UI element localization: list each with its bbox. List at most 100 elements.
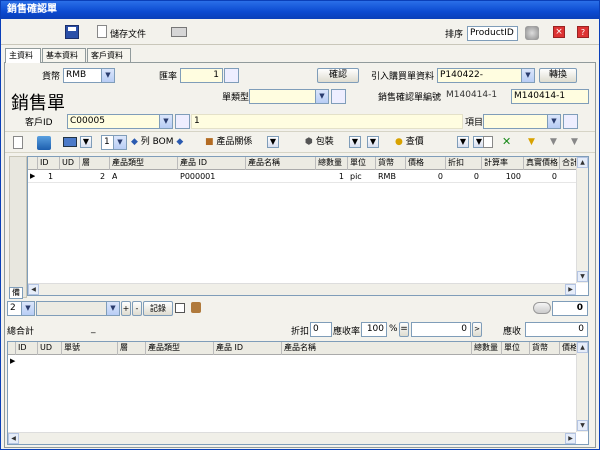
rate-input[interactable]: 1 <box>180 68 223 83</box>
cell-product-id[interactable]: P000001 <box>180 171 215 182</box>
scroll-down-icon[interactable]: ▼ <box>577 420 588 431</box>
equals-button[interactable]: = <box>399 322 409 337</box>
col-currency[interactable]: 貨幣 <box>530 342 560 355</box>
col-id[interactable]: ID <box>16 342 38 355</box>
col-product-id[interactable]: 產品 ID <box>178 157 246 170</box>
scroll-up-icon[interactable]: ▲ <box>577 157 588 168</box>
pack-button[interactable]: ⬢ 包裝 <box>305 135 334 149</box>
receivable-rate-input[interactable]: 100 <box>361 322 387 337</box>
col-unit[interactable]: 單位 <box>348 157 376 170</box>
lower-grid-hscroll[interactable]: ◀ ▶ <box>8 432 576 444</box>
lower-grid-vscroll[interactable]: ▲ ▼ <box>576 342 588 432</box>
record-button[interactable]: 記錄 <box>143 301 173 316</box>
import-select[interactable]: P140422- ▼ <box>437 68 535 83</box>
cell-real-price[interactable]: 0 <box>524 171 557 182</box>
col-layer[interactable]: 層 <box>80 157 110 170</box>
chevron-down-icon[interactable]: ▼ <box>113 136 126 149</box>
side-note-button[interactable]: 備 <box>9 287 23 299</box>
sort-field[interactable]: ProductID <box>467 26 518 41</box>
scroll-up-icon[interactable]: ▲ <box>577 342 588 353</box>
col-total-qty[interactable]: 總數量 <box>316 157 348 170</box>
funnel-clear-icon[interactable]: ▼ <box>550 135 557 149</box>
currency-select[interactable]: RMB ▼ <box>63 68 115 83</box>
col-product-id[interactable]: 產品 ID <box>214 342 282 355</box>
keyboard-icon[interactable] <box>171 27 187 37</box>
copy-icon[interactable] <box>483 136 493 148</box>
receivable-input[interactable]: 0 <box>525 322 588 337</box>
cell-total-qty[interactable]: 1 <box>316 171 344 182</box>
list-bom-button[interactable]: ◆ 列 BOM ◆ <box>131 135 183 149</box>
pack-filter-button[interactable]: ▼ <box>349 135 361 149</box>
screen-icon[interactable] <box>63 137 77 147</box>
toggle-switch[interactable] <box>533 302 551 314</box>
save-icon[interactable] <box>65 25 79 39</box>
notes-icon[interactable] <box>191 302 201 313</box>
scroll-right-icon[interactable]: ▶ <box>565 284 576 295</box>
level-spin[interactable]: 1 ▼ <box>101 135 127 150</box>
relation-filter-button[interactable]: ▼ <box>267 135 279 149</box>
col-layer[interactable]: 層 <box>118 342 146 355</box>
table-row[interactable]: ▶ 1 2 A P000001 1 pic RMB 0 0 100 0 <box>28 171 578 183</box>
col-calc-rate[interactable]: 計算率 <box>482 157 524 170</box>
scroll-left-icon[interactable]: ◀ <box>28 284 39 295</box>
discount-input[interactable]: 0 <box>310 322 332 337</box>
col-id[interactable]: ID <box>38 157 60 170</box>
database-icon[interactable] <box>37 136 51 150</box>
col-currency[interactable]: 貨幣 <box>376 157 406 170</box>
document-icon[interactable] <box>97 25 107 38</box>
col-product-type[interactable]: 產品類型 <box>110 157 178 170</box>
customer-id-select[interactable]: C00005 ▼ <box>67 114 173 129</box>
funnel-edit-icon[interactable]: ▼ <box>571 135 578 149</box>
col-ud[interactable]: UD <box>60 157 80 170</box>
help-icon[interactable]: ? <box>577 26 589 38</box>
tab-basic[interactable]: 基本資料 <box>42 48 86 62</box>
record-checkbox[interactable] <box>175 303 185 313</box>
save-document-button[interactable]: 儲存文件 <box>110 27 146 40</box>
cell-product-type[interactable]: A <box>112 171 117 182</box>
chevron-down-icon[interactable]: ▼ <box>21 302 34 315</box>
chevron-down-icon[interactable]: ▼ <box>547 115 560 128</box>
col-product-name[interactable]: 產品名稱 <box>246 157 316 170</box>
col-price[interactable]: 價格 <box>406 157 446 170</box>
search-icon[interactable] <box>175 114 190 129</box>
delete-icon[interactable]: ✕ <box>502 135 511 149</box>
cell-id[interactable]: 1 <box>48 171 53 182</box>
price-check-button[interactable]: ● 查價 <box>395 135 424 149</box>
search-icon[interactable] <box>563 114 578 129</box>
chevron-down-icon[interactable]: ▼ <box>159 115 172 128</box>
tab-main[interactable]: 主資料 <box>5 48 41 63</box>
tab-customer[interactable]: 客戶資料 <box>87 48 131 62</box>
page-spin[interactable]: 2 ▼ <box>7 301 35 316</box>
price-filter-button[interactable]: ▼ <box>457 135 469 149</box>
printer-icon[interactable] <box>525 26 539 40</box>
chevron-down-icon[interactable]: ▼ <box>101 69 114 82</box>
col-product-name[interactable]: 產品名稱 <box>282 342 472 355</box>
cell-price[interactable]: 0 <box>406 171 443 182</box>
col-real-price[interactable]: 真實價格 <box>524 157 560 170</box>
new-row-icon[interactable] <box>13 136 23 149</box>
search-icon[interactable] <box>331 89 346 104</box>
item-select[interactable]: ▼ <box>483 114 561 129</box>
cell-calc-rate[interactable]: 100 <box>482 171 521 182</box>
cell-discount[interactable]: 0 <box>446 171 479 182</box>
col-discount[interactable]: 折扣 <box>446 157 482 170</box>
filter-button[interactable]: ▼ <box>80 135 92 149</box>
customer-name-field[interactable]: 1 <box>191 114 463 129</box>
col-doc-no[interactable]: 單號 <box>62 342 118 355</box>
main-grid-hscroll[interactable]: ◀ ▶ <box>28 283 576 295</box>
convert-button[interactable]: 轉換 <box>539 68 577 83</box>
remove-record-button[interactable]: - <box>132 301 142 316</box>
funnel-icon[interactable]: ▼ <box>528 135 535 149</box>
scroll-down-icon[interactable]: ▼ <box>577 271 588 282</box>
doc-type-select[interactable]: ▼ <box>249 89 329 104</box>
col-total-qty[interactable]: 總數量 <box>472 342 502 355</box>
col-ud[interactable]: UD <box>38 342 62 355</box>
col-product-type[interactable]: 產品類型 <box>146 342 214 355</box>
apply-button[interactable]: > <box>472 322 482 337</box>
add-record-button[interactable]: + <box>121 301 131 316</box>
record-select[interactable]: ▼ <box>36 301 120 316</box>
product-relation-button[interactable]: ■ 產品關係 <box>205 135 252 149</box>
chevron-down-icon[interactable]: ▼ <box>106 302 119 315</box>
cell-unit[interactable]: pic <box>350 171 362 182</box>
cell-currency[interactable]: RMB <box>378 171 396 182</box>
